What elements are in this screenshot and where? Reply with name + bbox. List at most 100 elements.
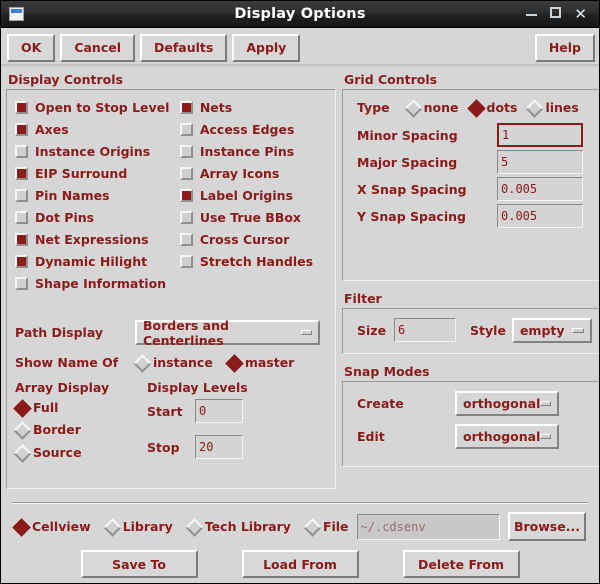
radio-diamond[interactable] bbox=[15, 423, 28, 436]
checkbox-box[interactable] bbox=[15, 166, 28, 180]
filter-style-dropdown[interactable]: empty bbox=[511, 317, 592, 343]
maximize-icon[interactable] bbox=[550, 7, 562, 21]
major-spacing-row: Major Spacing 5 bbox=[357, 150, 592, 174]
window-menu-icon[interactable] bbox=[9, 7, 24, 21]
radio-diamond[interactable] bbox=[469, 101, 482, 114]
checkbox-box[interactable] bbox=[179, 100, 193, 114]
radio-diamond[interactable] bbox=[135, 356, 148, 369]
radio-diamond[interactable] bbox=[305, 520, 318, 533]
x-snap-spacing-input[interactable]: 0.005 bbox=[497, 177, 583, 201]
filter-title: Filter bbox=[344, 291, 382, 306]
browse-button[interactable]: Browse... bbox=[507, 512, 586, 541]
checkbox-box[interactable] bbox=[179, 232, 193, 246]
checkbox-instance-origins[interactable]: Instance Origins bbox=[15, 140, 180, 162]
radio-scope-file[interactable]: File bbox=[305, 519, 349, 534]
checkbox-stretch-handles[interactable]: Stretch Handles bbox=[179, 250, 327, 272]
radio-diamond[interactable] bbox=[105, 520, 118, 533]
radio-grid-dots[interactable]: dots bbox=[469, 100, 518, 115]
save-to-button[interactable]: Save To bbox=[80, 550, 198, 578]
stop-input[interactable]: 20 bbox=[195, 435, 243, 459]
checkbox-label: Dynamic Hilight bbox=[35, 253, 148, 269]
checkbox-box[interactable] bbox=[15, 100, 28, 114]
window-controls: ✕ bbox=[526, 6, 587, 22]
checkbox-box[interactable] bbox=[15, 210, 28, 224]
checkbox-box[interactable] bbox=[15, 188, 28, 202]
checkbox-box[interactable] bbox=[15, 144, 28, 158]
snap-create-dropdown[interactable]: orthogonal bbox=[455, 391, 559, 416]
snap-edit-dropdown[interactable]: orthogonal bbox=[455, 424, 559, 449]
checkbox-net-expressions[interactable]: Net Expressions bbox=[15, 228, 180, 250]
radio-diamond[interactable] bbox=[527, 101, 540, 114]
grid-controls-box: Type none dots lines Minor Spacing 1 Maj… bbox=[342, 89, 599, 281]
help-button[interactable]: Help bbox=[534, 33, 595, 62]
apply-button[interactable]: Apply bbox=[232, 33, 301, 62]
stop-row: Stop 20 bbox=[147, 435, 327, 459]
checkbox-box[interactable] bbox=[179, 254, 193, 268]
ok-button[interactable]: OK bbox=[7, 33, 56, 62]
snap-modes-box: Create orthogonal Edit orthogonal bbox=[342, 381, 599, 467]
radio-array-full[interactable]: Full bbox=[15, 400, 147, 415]
radio-diamond[interactable] bbox=[15, 446, 28, 459]
checkbox-box[interactable] bbox=[179, 210, 193, 224]
radio-grid-none[interactable]: none bbox=[406, 100, 459, 115]
filter-size-input[interactable]: 6 bbox=[394, 318, 457, 342]
x-snap-spacing-row: X Snap Spacing 0.005 bbox=[357, 177, 592, 201]
start-row: Start 0 bbox=[147, 399, 327, 423]
path-display-dropdown[interactable]: Borders and Centerlines bbox=[135, 318, 320, 348]
checkbox-label: Instance Origins bbox=[35, 143, 151, 159]
checkbox-instance-pins[interactable]: Instance Pins bbox=[179, 140, 327, 162]
checkbox-array-icons[interactable]: Array Icons bbox=[179, 162, 327, 184]
checkbox-box[interactable] bbox=[15, 232, 28, 246]
checkbox-pin-names[interactable]: Pin Names bbox=[15, 184, 180, 206]
file-path-input[interactable]: ~/.cdsenv bbox=[356, 513, 500, 540]
close-icon[interactable]: ✕ bbox=[574, 6, 587, 22]
radio-diamond[interactable] bbox=[406, 101, 419, 114]
radio-array-border[interactable]: Border bbox=[15, 422, 147, 437]
checkbox-box[interactable] bbox=[179, 122, 193, 136]
snap-create-label: Create bbox=[357, 396, 404, 411]
load-from-button[interactable]: Load From bbox=[241, 550, 359, 578]
checkbox-cross-cursor[interactable]: Cross Cursor bbox=[179, 228, 327, 250]
radio-scope-library[interactable]: Library bbox=[105, 519, 173, 534]
cancel-button[interactable]: Cancel bbox=[60, 33, 135, 62]
radio-show-name-master[interactable]: master bbox=[227, 355, 295, 370]
checkbox-eip-surround[interactable]: EIP Surround bbox=[15, 162, 180, 184]
checkbox-nets[interactable]: Nets bbox=[179, 96, 327, 118]
checkbox-box[interactable] bbox=[15, 122, 28, 136]
right-column: Grid Controls Type none dots lines Minor… bbox=[342, 70, 599, 496]
snap-edit-value: orthogonal bbox=[463, 429, 541, 444]
y-snap-spacing-input[interactable]: 0.005 bbox=[497, 204, 583, 228]
checkbox-access-edges[interactable]: Access Edges bbox=[179, 118, 327, 140]
checkbox-label-origins[interactable]: Label Origins bbox=[179, 184, 327, 206]
radio-scope-tech-library[interactable]: Tech Library bbox=[187, 519, 291, 534]
checkbox-open-to-stop-level[interactable]: Open to Stop Level bbox=[15, 96, 180, 118]
checkbox-box[interactable] bbox=[15, 276, 28, 290]
checkbox-use-true-bbox[interactable]: Use True BBox bbox=[179, 206, 327, 228]
checkbox-dot-pins[interactable]: Dot Pins bbox=[15, 206, 180, 228]
radio-grid-lines[interactable]: lines bbox=[527, 100, 578, 115]
radio-diamond[interactable] bbox=[14, 520, 27, 533]
radio-label: instance bbox=[153, 355, 213, 370]
checkbox-dynamic-hilight[interactable]: Dynamic Hilight bbox=[15, 250, 180, 272]
minor-spacing-input[interactable]: 1 bbox=[497, 123, 583, 147]
radio-diamond[interactable] bbox=[227, 356, 240, 369]
checkbox-box[interactable] bbox=[179, 144, 193, 158]
start-input[interactable]: 0 bbox=[195, 399, 243, 423]
filter-style-value: empty bbox=[519, 322, 565, 338]
radio-show-name-instance[interactable]: instance bbox=[135, 355, 213, 370]
minimize-icon[interactable] bbox=[526, 8, 538, 21]
checkbox-box[interactable] bbox=[179, 166, 193, 180]
delete-from-button[interactable]: Delete From bbox=[402, 550, 520, 578]
checkbox-box[interactable] bbox=[179, 188, 193, 202]
major-spacing-input[interactable]: 5 bbox=[497, 150, 583, 174]
radio-array-source[interactable]: Source bbox=[15, 445, 147, 460]
checkbox-box[interactable] bbox=[15, 254, 28, 268]
radio-scope-cellview[interactable]: Cellview bbox=[14, 519, 91, 534]
radio-label: dots bbox=[486, 100, 518, 115]
checkbox-shape-information[interactable]: Shape Information bbox=[15, 272, 180, 294]
radio-diamond[interactable] bbox=[187, 520, 200, 533]
defaults-button[interactable]: Defaults bbox=[140, 33, 228, 62]
checkbox-axes[interactable]: Axes bbox=[15, 118, 180, 140]
radio-diamond[interactable] bbox=[15, 401, 28, 414]
titlebar: Display Options ✕ bbox=[1, 1, 599, 28]
